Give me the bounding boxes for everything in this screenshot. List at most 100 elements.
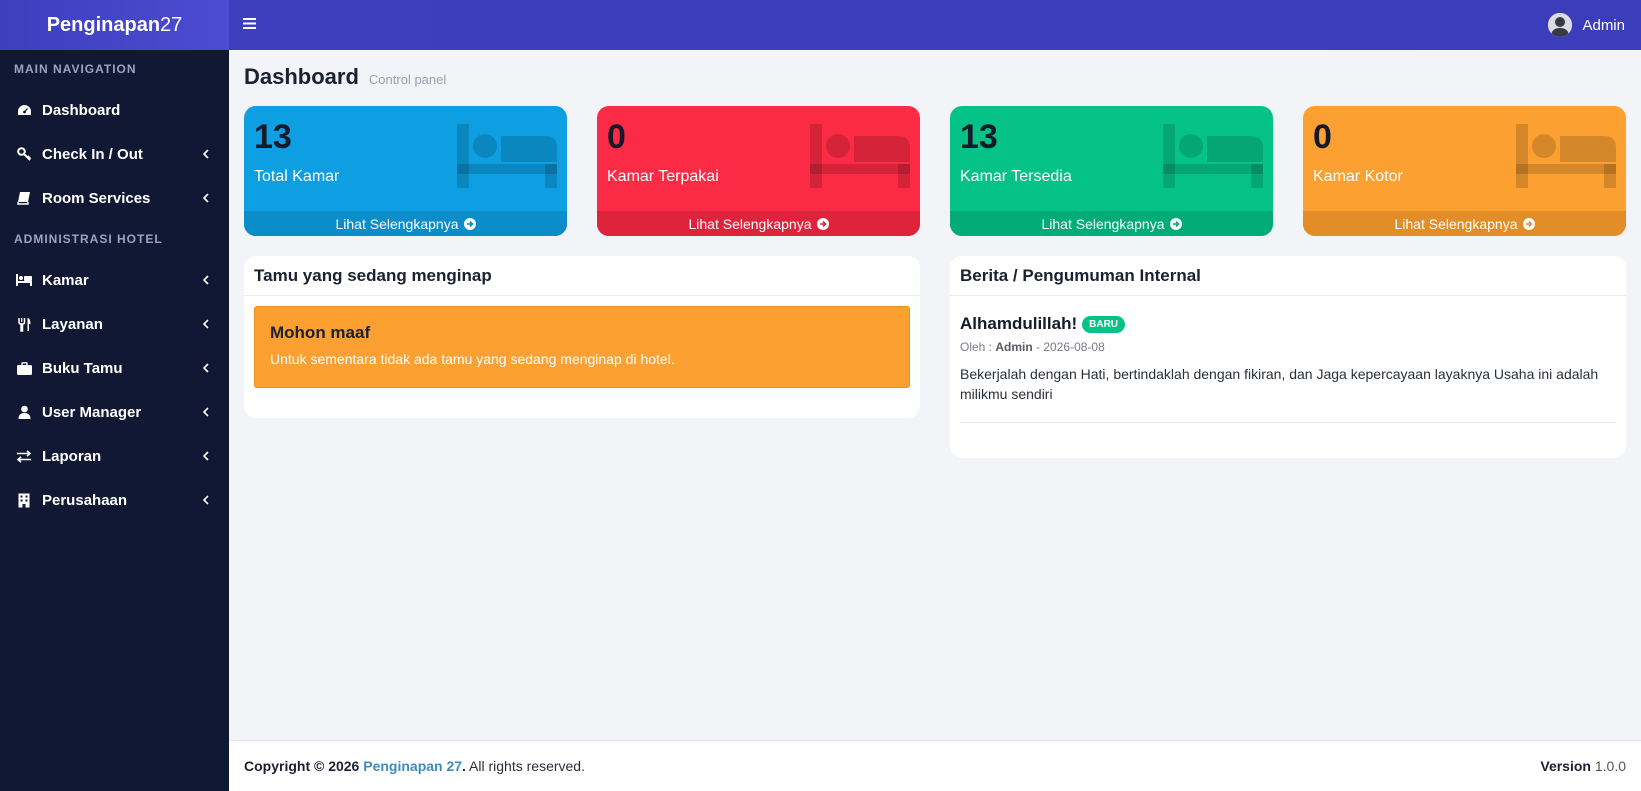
sidebar-item-label: Layanan xyxy=(42,315,103,333)
user-menu[interactable]: Admin xyxy=(1548,13,1625,37)
stat-value: 0 xyxy=(1313,118,1332,156)
news-meta-prefix: Oleh : xyxy=(960,340,996,354)
stat-label: Kamar Tersedia xyxy=(960,168,1072,185)
footer-brand-link[interactable]: Penginapan 27 xyxy=(363,758,462,774)
chevron-left-icon xyxy=(201,451,211,461)
page-header: Dashboard Control panel xyxy=(244,64,446,90)
sidebar-item-kamar[interactable]: Kamar xyxy=(0,258,229,302)
chevron-left-icon xyxy=(201,149,211,159)
more-info-link[interactable]: Lihat Selengkapnya xyxy=(244,211,567,236)
chevron-left-icon xyxy=(201,319,211,329)
new-badge: BARU xyxy=(1082,315,1126,333)
sidebar-item-buku-tamu[interactable]: Buku Tamu xyxy=(0,346,229,390)
rights-text: All rights reserved. xyxy=(465,758,585,774)
top-navbar: Admin xyxy=(229,0,1641,50)
bed-icon xyxy=(1163,124,1263,193)
sidebar-item-dashboard[interactable]: Dashboard xyxy=(0,88,229,132)
guests-box: Tamu yang sedang menginap Mohon maaf Unt… xyxy=(244,256,920,418)
stat-box-total-kamar: 13 Total Kamar Lihat Selengkapnya xyxy=(244,106,567,236)
news-box-title: Berita / Pengumuman Internal xyxy=(950,256,1626,296)
news-item-title: Alhamdulillah! BARU xyxy=(960,314,1616,334)
copyright-text: Copyright © 2026 xyxy=(244,758,360,774)
user-name: Admin xyxy=(1582,16,1625,34)
stat-label: Kamar Terpakai xyxy=(607,168,719,185)
sidebar-item-layanan[interactable]: Layanan xyxy=(0,302,229,346)
more-info-link[interactable]: Lihat Selengkapnya xyxy=(1303,211,1626,236)
briefcase-icon xyxy=(16,360,32,376)
chevron-left-icon xyxy=(201,495,211,505)
more-info-label: Lihat Selengkapnya xyxy=(688,215,812,232)
brand-name-bold: Penginapan xyxy=(46,13,161,36)
stat-box-kamar-kotor: 0 Kamar Kotor Lihat Selengkapnya xyxy=(1303,106,1626,236)
stat-box-kamar-tersedia: 13 Kamar Tersedia Lihat Selengkapnya xyxy=(950,106,1273,236)
guests-box-title: Tamu yang sedang menginap xyxy=(244,256,920,296)
page-title: Dashboard xyxy=(244,64,359,89)
stat-value: 13 xyxy=(960,118,998,156)
sidebar-item-label: Check In / Out xyxy=(42,145,143,163)
sidebar-item-label: Laporan xyxy=(42,447,102,465)
user-icon xyxy=(16,404,32,420)
alert-text: Untuk sementara tidak ada tamu yang seda… xyxy=(270,351,675,367)
news-meta: Oleh : Admin - 2026-08-08 xyxy=(960,340,1616,354)
bed-icon xyxy=(810,124,910,193)
book-icon xyxy=(16,190,32,206)
key-icon xyxy=(16,146,32,162)
sidebar-item-label: Perusahaan xyxy=(42,491,128,509)
news-date: 2026-08-08 xyxy=(1043,340,1105,354)
news-box: Berita / Pengumuman Internal Alhamdulill… xyxy=(950,256,1626,458)
chevron-left-icon xyxy=(201,363,211,373)
sidebar-item-label: Dashboard xyxy=(42,101,121,119)
more-info-link[interactable]: Lihat Selengkapnya xyxy=(597,211,920,236)
stat-value: 13 xyxy=(254,118,292,156)
arrow-circle-right-icon xyxy=(463,217,476,230)
sidebar-item-label: Kamar xyxy=(42,271,89,289)
version-label: Version xyxy=(1540,758,1591,774)
footer-copyright: Copyright © 2026 Penginapan 27. All righ… xyxy=(244,758,1540,774)
arrow-circle-right-icon xyxy=(816,217,829,230)
sidebar-item-label: Buku Tamu xyxy=(42,359,123,377)
more-info-link[interactable]: Lihat Selengkapnya xyxy=(950,211,1273,236)
arrow-circle-right-icon xyxy=(1169,217,1182,230)
stat-box-kamar-terpakai: 0 Kamar Terpakai Lihat Selengkapnya xyxy=(597,106,920,236)
divider xyxy=(960,422,1616,423)
bed-icon xyxy=(1516,124,1616,193)
main-content: Dashboard Control panel 13 Total Kamar L… xyxy=(229,50,1641,740)
sidebar-item-label: User Manager xyxy=(42,403,142,421)
sidebar-item-user-manager[interactable]: User Manager xyxy=(0,390,229,434)
chevron-left-icon xyxy=(201,275,211,285)
building-icon xyxy=(16,492,32,508)
more-info-label: Lihat Selengkapnya xyxy=(335,215,459,232)
brand-logo[interactable]: Penginapan 27 xyxy=(0,0,229,50)
news-item: Alhamdulillah! BARU Oleh : Admin - 2026-… xyxy=(960,314,1616,423)
hamburger-icon xyxy=(242,16,256,34)
news-date-separator: - xyxy=(1032,340,1044,354)
arrow-circle-right-icon xyxy=(1522,217,1535,230)
version-number: 1.0.0 xyxy=(1594,758,1626,774)
nav-header-main: MAIN NAVIGATION xyxy=(14,62,137,76)
chevron-left-icon xyxy=(201,407,211,417)
nav-header-admin: ADMINISTRASI HOTEL xyxy=(14,232,163,246)
sidebar-item-room-services[interactable]: Room Services xyxy=(0,176,229,220)
empty-guests-alert: Mohon maaf Untuk sementara tidak ada tam… xyxy=(254,306,910,388)
sidebar-item-perusahaan[interactable]: Perusahaan xyxy=(0,478,229,522)
sidebar-item-laporan[interactable]: Laporan xyxy=(0,434,229,478)
sidebar-toggle-button[interactable] xyxy=(229,0,269,50)
alert-title: Mohon maaf xyxy=(270,323,371,342)
sidebar-item-check-in-out[interactable]: Check In / Out xyxy=(0,132,229,176)
more-info-label: Lihat Selengkapnya xyxy=(1394,215,1518,232)
sidebar: Penginapan 27 MAIN NAVIGATION Dashboard C… xyxy=(0,0,229,791)
stat-label: Total Kamar xyxy=(254,168,340,185)
stat-value: 0 xyxy=(607,118,626,156)
sidebar-item-label: Room Services xyxy=(42,189,151,207)
news-headline: Alhamdulillah! xyxy=(960,314,1078,333)
more-info-label: Lihat Selengkapnya xyxy=(1041,215,1165,232)
stat-label: Kamar Kotor xyxy=(1313,168,1403,185)
cutlery-icon xyxy=(16,316,32,332)
page-subtitle: Control panel xyxy=(368,72,447,87)
footer: Copyright © 2026 Penginapan 27. All righ… xyxy=(229,740,1641,791)
exchange-icon xyxy=(16,448,32,464)
bed-icon xyxy=(16,272,32,288)
brand-name-light: 27 xyxy=(160,13,183,36)
footer-version: Version 1.0.0 xyxy=(1540,758,1626,774)
bed-icon xyxy=(457,124,557,193)
